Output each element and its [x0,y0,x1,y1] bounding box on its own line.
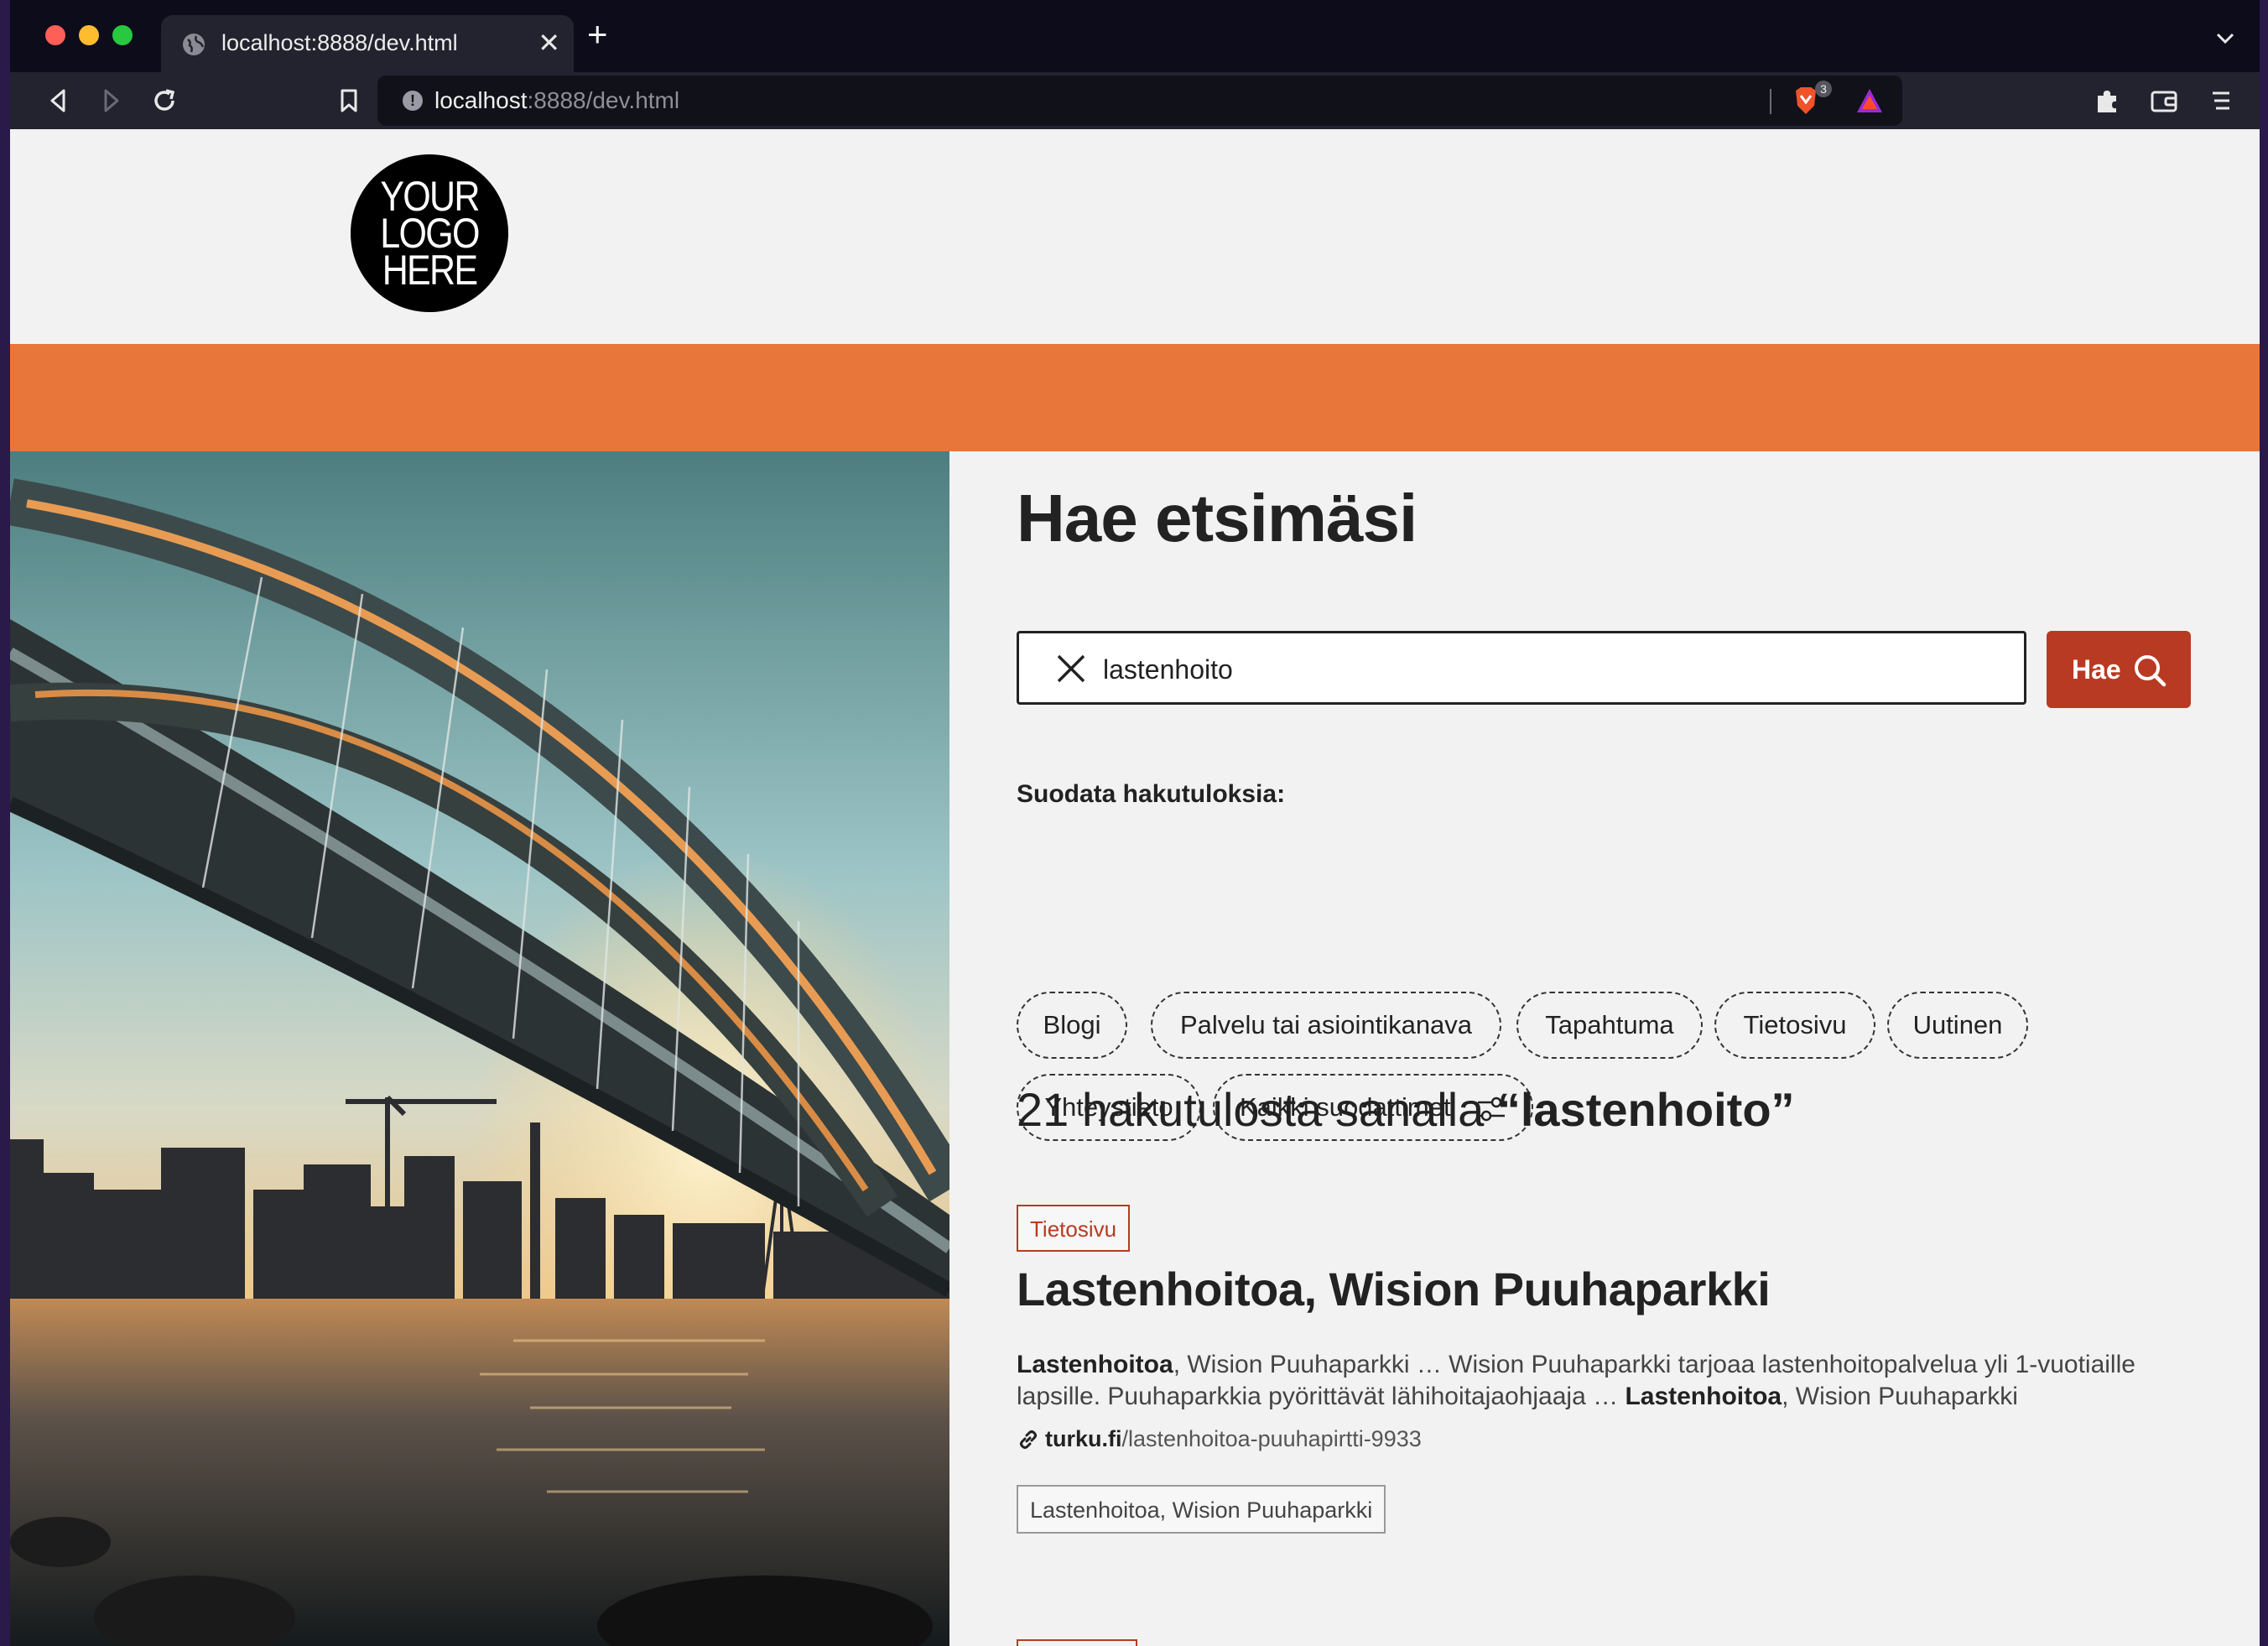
result-count: 21 hakutulosta sanalla “lastenhoito” [1017,1082,1795,1137]
minimize-window-button[interactable] [79,25,99,45]
site-info-icon[interactable]: ! [403,91,423,111]
logo-line-3: HERE [382,247,478,294]
back-icon[interactable] [42,84,75,117]
close-window-button[interactable] [45,25,65,45]
extensions-puzzle-icon[interactable] [2090,84,2124,117]
snippet-highlight: Lastenhoitoa [1625,1383,1782,1410]
tab-title: localhost:8888/dev.html [221,30,458,55]
url-path: :8888/dev.html [527,87,680,113]
filter-chip-palvelu[interactable]: Palvelu tai asiointikanava [1151,992,1501,1059]
result-type-badge: Tietosivu [1017,1205,1131,1252]
clear-search-icon[interactable] [1056,654,1086,684]
bookmark-icon[interactable] [332,84,366,117]
address-bar[interactable]: ! localhost:8888/dev.html 3 [377,76,1902,126]
result-url-path: /lastenhoitoa-puuhapirtti-9933 [1121,1426,1422,1451]
filter-chip-tietosivu[interactable]: Tietosivu [1714,992,1875,1059]
new-tab-button[interactable]: + [587,17,608,52]
tab-close-icon[interactable]: ✕ [538,27,560,59]
search-icon [2135,655,2167,687]
browser-window: localhost:8888/dev.html ✕ + ! localhost:… [10,0,2260,1646]
menu-icon[interactable] [2204,84,2238,117]
page-title: Hae etsimäsi [1017,481,1418,555]
hero-bridge-image [10,451,949,1646]
url-text[interactable]: localhost:8888/dev.html [434,87,679,114]
browser-tab[interactable]: localhost:8888/dev.html ✕ [161,15,574,72]
tab-bar: localhost:8888/dev.html ✕ + [10,0,2260,72]
next-result-badge [1017,1639,1137,1646]
site-logo[interactable]: YOUR LOGO HERE [351,154,508,312]
result-url-domain: turku.fi [1045,1426,1122,1451]
url-separator [1770,89,1771,114]
hero-band [10,344,2260,451]
result-title-link[interactable]: Lastenhoitoa, Wision Puuhaparkki [1017,1262,1771,1316]
result-count-term: “lastenhoito” [1496,1083,1795,1136]
filter-chip-blogi[interactable]: Blogi [1017,992,1127,1059]
rewards-triangle-icon[interactable] [1855,87,1884,114]
result-snippet: Lastenhoitoa, Wision Puuhaparkki … Wisio… [1017,1349,2191,1413]
search-button[interactable]: Hae [2047,631,2191,708]
filter-label: Suodata hakutuloksia: [1017,780,1286,808]
reload-icon[interactable] [148,84,181,117]
snippet-highlight: Lastenhoitoa [1017,1351,1173,1378]
result-url[interactable]: turku.fi/lastenhoitoa-puuhapirtti-9933 [1017,1426,1422,1452]
shields-count-badge: 3 [1815,81,1832,97]
web-page: YOUR LOGO HERE Hae etsimäsi lastenhoito … [10,129,2260,1646]
chevron-down-icon[interactable] [2213,25,2238,50]
filter-chip-uutinen[interactable]: Uutinen [1887,992,2028,1059]
filter-chip-tapahtuma[interactable]: Tapahtuma [1516,992,1703,1059]
url-host: localhost [434,87,528,113]
snippet-text: , Wision Puuhaparkki [1782,1383,2018,1410]
link-icon [1020,1430,1037,1449]
maximize-window-button[interactable] [112,25,133,45]
search-button-label: Hae [2072,654,2121,685]
result-tag[interactable]: Lastenhoitoa, Wision Puuhaparkki [1017,1485,1386,1534]
wallet-icon[interactable] [2147,84,2181,117]
search-box [1017,631,2026,705]
navigation-bar: ! localhost:8888/dev.html 3 [10,72,2260,129]
forward-icon[interactable] [94,84,127,117]
globe-icon [183,34,205,55]
search-input[interactable] [1101,645,2011,694]
result-count-prefix: 21 hakutulosta sanalla [1017,1083,1497,1136]
